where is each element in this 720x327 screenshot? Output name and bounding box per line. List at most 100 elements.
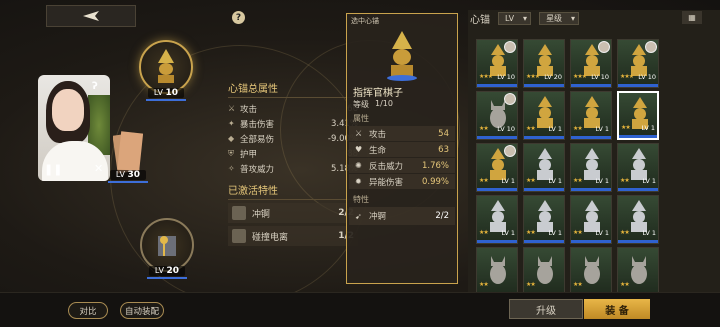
anchor-card[interactable]: ★★ LV 1	[476, 195, 518, 244]
card-level: LV 1	[548, 177, 562, 185]
card-stars: ★★	[479, 177, 489, 184]
card-stars: ★★	[573, 281, 583, 288]
trait-row[interactable]: 冲锕2/2	[228, 203, 358, 223]
card-level: LV 20	[544, 73, 562, 81]
anchor-card[interactable]: ★★ LV 1	[617, 195, 659, 244]
card-stars: ★★	[479, 281, 489, 288]
owner-avatar-icon	[504, 145, 516, 157]
trait-section-title: 特性	[353, 195, 369, 204]
anchor-slot-main[interactable]: LV 10	[139, 40, 193, 101]
card-level: LV 1	[595, 229, 609, 237]
attr-section-title: 属性	[353, 114, 369, 123]
grid-view-icon[interactable]: ▦	[682, 11, 702, 24]
attr-row: ⚔攻击66	[228, 103, 358, 115]
anchor-card[interactable]: ★★ LV 1	[570, 195, 612, 244]
anchor-card[interactable]: ★★ LV 1	[570, 143, 612, 192]
card-rarity-bar	[524, 84, 564, 87]
card-level: LV 1	[642, 229, 656, 237]
owner-avatar-icon	[645, 41, 657, 53]
person-face	[52, 89, 84, 131]
anchor-card[interactable]: ★★ LV 1	[523, 143, 565, 192]
filter-level-dropdown[interactable]: LV	[498, 11, 532, 25]
armor-icon: ⛨	[228, 148, 234, 158]
inventory-grid: ★★★ LV 10 ★★★ LV 20 ★★★ LV 10 ★★★ LV 10 ★★ LV 10 ★…	[476, 39, 706, 296]
close-icon[interactable]: ✕	[94, 162, 103, 175]
anchor-card[interactable]: ★★	[570, 247, 612, 296]
cat-figure-icon	[631, 256, 647, 284]
anchor-card	[664, 39, 706, 88]
anchor-card	[664, 195, 706, 244]
auto-equip-button[interactable]: 自动装配	[120, 302, 164, 319]
pause-icon[interactable]: ❚❚	[44, 163, 62, 176]
card-rarity-bar	[524, 240, 564, 243]
anchor-card[interactable]: ★★ LV 1	[617, 91, 659, 140]
psionic-icon: ✹	[355, 177, 362, 186]
card-stars: ★★	[620, 177, 630, 184]
anchor-card[interactable]: ★★ LV 1	[570, 91, 612, 140]
cat-figure-icon	[584, 256, 600, 284]
attr-row: ✦ 暴击伤害 3.41%	[228, 118, 358, 130]
vulnerable-icon: ◆	[228, 133, 235, 143]
attack-power-icon: ✧	[228, 163, 235, 173]
card-rarity-bar	[618, 188, 658, 191]
anchor-card[interactable]: ★★★ LV 10	[476, 39, 518, 88]
card-stars: ★★★	[573, 73, 587, 80]
detail-attr-row: ✺ 反击威力 1.76%	[349, 158, 455, 173]
anchor-card[interactable]: ★★★ LV 20	[523, 39, 565, 88]
anchor-card[interactable]: ★★	[617, 247, 659, 296]
compare-button[interactable]: 对比	[68, 302, 108, 319]
slot-rarity-bar	[108, 181, 148, 183]
anchor-slot-3[interactable]: LV 20	[140, 218, 194, 279]
card-level: LV 1	[548, 229, 562, 237]
owner-avatar-icon	[504, 41, 516, 53]
commander-piece-image	[347, 28, 457, 84]
card-stars: ★★	[479, 125, 489, 132]
help-icon[interactable]: ?	[232, 11, 245, 24]
selected-anchor-detail: 选中心锚 指挥官棋子 等级 1/10 属性 ⚔ 攻击 54 ♥ 生命 63 ✺ 反击威力 1.…	[346, 13, 458, 284]
card-rarity-bar	[571, 136, 611, 139]
card-level: LV 10	[591, 73, 609, 81]
card-rarity-bar	[477, 136, 517, 139]
card-rarity-bar	[619, 135, 657, 138]
detail-trait-row[interactable]: ➹ 冲锕 2/2	[349, 207, 455, 225]
card-level: LV 10	[638, 73, 656, 81]
card-rarity-bar	[571, 188, 611, 191]
card-stars: ★★	[573, 229, 583, 236]
anchor-card[interactable]: ★★ LV 10	[476, 91, 518, 140]
ear-icon[interactable]: ʔ	[92, 81, 98, 92]
card-rarity-bar	[571, 84, 611, 87]
charge-icon: ➹	[355, 211, 362, 221]
card-level: LV 1	[595, 125, 609, 133]
card-level: LV 10	[497, 73, 515, 81]
anchor-card[interactable]: ★★ LV 1	[523, 91, 565, 140]
sword-icon: ⚔	[355, 129, 363, 138]
anchor-card[interactable]: ★★	[523, 247, 565, 296]
detail-attr-row: ✹ 异能伤害 0.99%	[349, 174, 455, 189]
commander-piece-icon	[139, 40, 193, 94]
anchor-inventory: 心锚 LV 星级 ▦ ★★★ LV 10 ★★★ LV 20 ★★★ LV 10 ★★★ LV…	[468, 10, 720, 296]
back-button[interactable]	[46, 5, 136, 27]
card-stars: ★★★	[526, 73, 540, 80]
card-rarity-bar	[477, 240, 517, 243]
attr-row: ◆ 全部易伤 -9.00%	[228, 133, 358, 145]
attr-row: ⛨护甲88	[228, 148, 358, 160]
anchor-slot-2[interactable]: LV 30	[108, 130, 148, 183]
inventory-header: 心锚 LV 星级 ▦	[468, 10, 720, 26]
total-attributes-panel: 心锚总属性 ⚔攻击66 ✦暴击伤害3.41% ◆全部易伤-9.00% ⛨护甲88…	[228, 80, 358, 246]
anchor-card[interactable]: ★★ LV 1	[523, 195, 565, 244]
sword-icon: ⚔	[228, 103, 236, 113]
anchor-card[interactable]: ★★★ LV 10	[617, 39, 659, 88]
filter-star-dropdown[interactable]: 星级	[539, 11, 580, 25]
anchor-card[interactable]: ★★ LV 1	[476, 143, 518, 192]
anchor-card[interactable]: ★★	[476, 247, 518, 296]
trait-row[interactable]: 碰撞电离1/2	[228, 226, 358, 246]
equip-button[interactable]: 装 备	[584, 299, 650, 319]
owner-avatar-icon	[598, 41, 610, 53]
anchor-card[interactable]: ★★ LV 1	[617, 143, 659, 192]
card-rarity-bar	[524, 188, 564, 191]
card-level: LV 1	[501, 177, 515, 185]
anchor-card	[664, 91, 706, 140]
anchor-card[interactable]: ★★★ LV 10	[570, 39, 612, 88]
video-overlay[interactable]: ʔ ❚❚ ✕	[38, 75, 110, 181]
upgrade-button[interactable]: 升级	[509, 299, 583, 319]
